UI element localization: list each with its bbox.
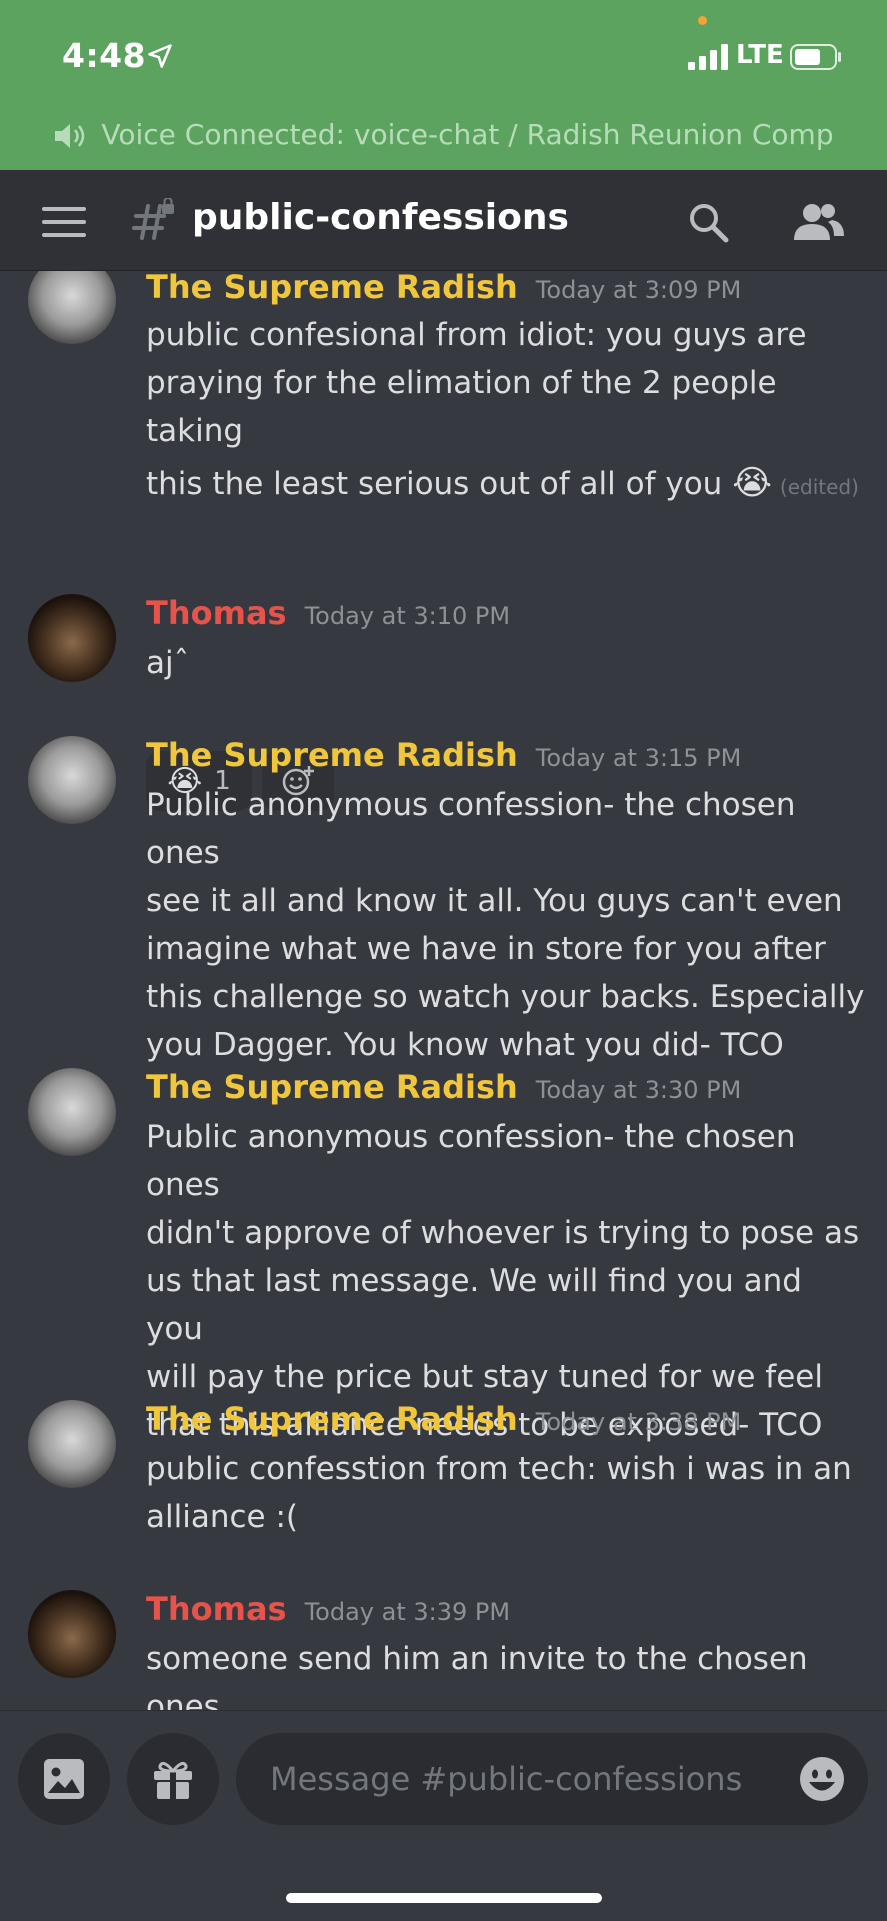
search-icon[interactable] — [686, 200, 730, 244]
home-indicator[interactable] — [286, 1893, 602, 1903]
message-line: alliance :( — [146, 1499, 298, 1535]
locked-channel-hash-icon — [132, 198, 174, 240]
gift-icon — [154, 1761, 192, 1799]
message-timestamp: Today at 3:38 PM — [535, 1408, 742, 1436]
message-composer: Message #public-confessions — [0, 1710, 887, 1921]
message-line: someone send him an invite to the chosen… — [146, 1641, 808, 1710]
avatar[interactable] — [28, 736, 116, 824]
avatar[interactable] — [28, 594, 116, 682]
message-line: praying for the elimation of the 2 peopl… — [146, 365, 777, 449]
avatar[interactable] — [28, 271, 116, 344]
battery-icon — [790, 44, 841, 70]
message-line: you Dagger. You know what you did- TCO — [146, 1027, 784, 1063]
message-content: Public anonymous confession- the chosen … — [146, 1113, 866, 1449]
members-icon[interactable] — [790, 200, 846, 244]
message-line: didn't approve of whoever is trying to p… — [146, 1215, 860, 1251]
message-line: see it all and know it all. You guys can… — [146, 883, 843, 919]
message-line: Public anonymous confession- the chosen … — [146, 1119, 796, 1203]
message-timestamp: Today at 3:15 PM — [535, 744, 742, 772]
message-line: will pay the price but stay tuned for we… — [146, 1359, 823, 1395]
message-line: public confesstion from tech: wish i was… — [146, 1451, 852, 1487]
author-name[interactable]: The Supreme Radish — [146, 271, 518, 306]
avatar[interactable] — [28, 1068, 116, 1156]
speaker-icon — [55, 124, 85, 148]
message-content: ajˆ — [146, 639, 866, 687]
message-line: this the least serious out of all of you — [146, 466, 723, 502]
message-timestamp: Today at 3:09 PM — [535, 276, 742, 304]
message-timestamp: Today at 3:39 PM — [304, 1598, 511, 1626]
attach-image-button[interactable] — [18, 1733, 110, 1825]
message-line: public confesional from idiot: you guys … — [146, 317, 807, 353]
crying-emoji: 😭 — [732, 463, 772, 503]
message-input[interactable]: Message #public-confessions — [236, 1733, 868, 1825]
message-line: imagine what we have in store for you af… — [146, 931, 826, 967]
avatar[interactable] — [28, 1400, 116, 1488]
gift-button[interactable] — [127, 1733, 219, 1825]
author-name[interactable]: Thomas — [146, 594, 287, 632]
menu-icon[interactable] — [42, 206, 86, 238]
message-timestamp: Today at 3:10 PM — [304, 602, 511, 630]
status-bar: 4:48 LTE Voice Connected: voice-chat / R… — [0, 0, 887, 170]
message-content: public confesional from idiot: you guys … — [146, 311, 866, 511]
voice-connected-banner[interactable]: Voice Connected: voice-chat / Radish Reu… — [0, 118, 887, 151]
message-content: Public anonymous confession- the chosen … — [146, 781, 866, 1069]
author-name[interactable]: The Supreme Radish — [146, 1068, 518, 1106]
message-input-placeholder: Message #public-confessions — [270, 1760, 743, 1798]
author-name[interactable]: The Supreme Radish — [146, 736, 518, 774]
network-type: LTE — [736, 40, 784, 70]
image-icon — [44, 1759, 84, 1799]
edited-label: (edited) — [779, 475, 859, 499]
voice-banner-text: Voice Connected: voice-chat / Radish Reu… — [101, 118, 834, 151]
signal-strength-icon — [688, 44, 728, 70]
channel-title: public-confessions — [192, 197, 569, 238]
message-line: Public anonymous confession- the chosen … — [146, 787, 796, 871]
channel-header: public-confessions — [0, 170, 887, 271]
location-arrow-icon — [148, 44, 172, 68]
message-line: this challenge so watch your backs. Espe… — [146, 979, 865, 1015]
author-name[interactable]: Thomas — [146, 1590, 287, 1628]
message-line: ajˆ — [146, 645, 190, 681]
author-name[interactable]: The Supreme Radish — [146, 1400, 518, 1438]
message-line: us that last message. We will find you a… — [146, 1263, 802, 1347]
message-content: public confesstion from tech: wish i was… — [146, 1445, 866, 1541]
message-content: someone send him an invite to the chosen… — [146, 1635, 866, 1710]
privacy-indicator-dot — [698, 16, 707, 25]
message-list[interactable]: The Supreme Radish Today at 3:09 PM publi… — [0, 271, 887, 1710]
status-time: 4:48 — [62, 36, 147, 75]
emoji-picker-icon[interactable] — [798, 1755, 846, 1803]
avatar[interactable] — [28, 1590, 116, 1678]
message-timestamp: Today at 3:30 PM — [535, 1076, 742, 1104]
